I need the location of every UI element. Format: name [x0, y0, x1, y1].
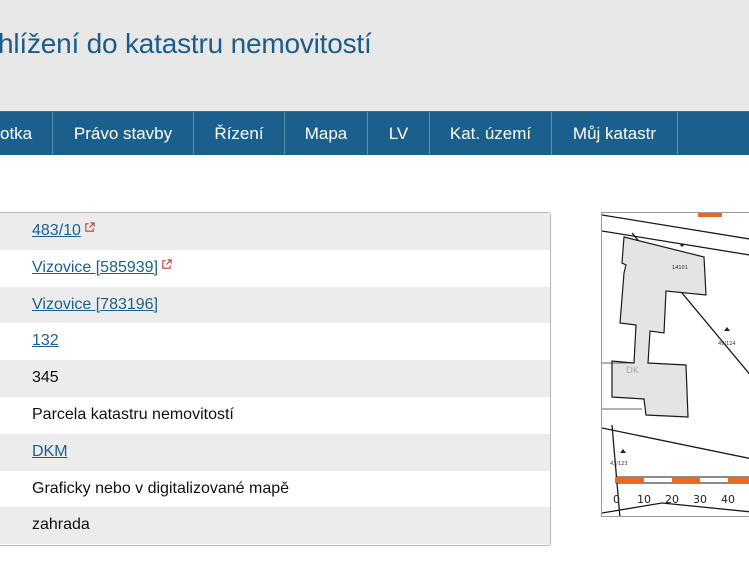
- parcel-detail-table: 483/10 Vizovice [585939] Vizovice [78319…: [0, 212, 551, 546]
- table-row: Vizovice [585939]: [0, 249, 550, 287]
- scale-tick-label: 40: [721, 493, 735, 506]
- scale-tick-label: 20: [665, 493, 679, 506]
- scale-fragment: [698, 213, 722, 217]
- scale-tick-label: 10: [637, 493, 651, 506]
- table-row: zahrada: [0, 507, 550, 545]
- nav-item-kat-uzemi[interactable]: Kat. území: [430, 112, 552, 155]
- point-marker-icon: [680, 243, 684, 247]
- nav-item-lv[interactable]: LV: [368, 112, 430, 155]
- scale-tick-label: 30: [693, 493, 707, 506]
- area-determination-value: Graficky nebo v digitalizované mapě: [32, 479, 290, 497]
- external-link-icon[interactable]: [84, 222, 95, 233]
- parcel-marker-icon: [724, 327, 730, 331]
- page-title: hlížení do katastru nemovitostí: [0, 28, 372, 59]
- parcel-map-preview[interactable]: 14101 49/124 43/123 DK 0 10 20 30 40: [601, 212, 749, 517]
- table-row: 132: [0, 323, 550, 361]
- ownership-sheet-link[interactable]: 132: [32, 332, 59, 349]
- parcel-label-left: 43/123: [610, 461, 628, 467]
- parcel-number-link[interactable]: 483/10: [32, 222, 81, 239]
- nav-item-mapa[interactable]: Mapa: [285, 112, 368, 155]
- map-scale-bar: 0 10 20 30 40: [613, 476, 749, 506]
- land-type-value: zahrada: [32, 516, 90, 534]
- building-label: 14101: [672, 265, 688, 271]
- cadastral-map-drawing: 14101 49/124 43/123 DK 0 10 20 30 40: [602, 213, 749, 516]
- area-value: 345: [32, 369, 59, 387]
- parcel-type-value: Parcela katastru nemovitostí: [32, 405, 234, 423]
- table-row: DKM: [0, 433, 550, 471]
- parcel-marker-icon: [620, 449, 626, 453]
- nav-item-muj-katastr[interactable]: Můj katastr: [552, 112, 678, 155]
- scale-tick-label: 0: [613, 493, 620, 506]
- page-header: hlížení do katastru nemovitostí: [0, 0, 749, 111]
- table-row: Graficky nebo v digitalizované mapě: [0, 470, 550, 508]
- table-row: 483/10: [0, 213, 550, 250]
- table-row: Vizovice [783196]: [0, 286, 550, 324]
- external-link-icon[interactable]: [161, 259, 172, 270]
- main-navigation: otka Právo stavby Řízení Mapa LV Kat. úz…: [0, 111, 749, 155]
- nav-item-pravo-stavby[interactable]: Právo stavby: [53, 112, 194, 155]
- table-row: 345: [0, 360, 550, 397]
- nav-item-rizeni[interactable]: Řízení: [194, 112, 285, 155]
- parcel-label-mid: 49/124: [718, 341, 736, 347]
- table-row: Parcela katastru nemovitostí: [0, 396, 550, 434]
- parcel-label-small: DK: [626, 366, 640, 376]
- nav-item-home[interactable]: otka: [0, 112, 53, 155]
- municipality-link[interactable]: Vizovice [585939]: [32, 259, 158, 276]
- map-type-link[interactable]: DKM: [32, 443, 68, 460]
- cadastral-area-link[interactable]: Vizovice [783196]: [32, 296, 158, 313]
